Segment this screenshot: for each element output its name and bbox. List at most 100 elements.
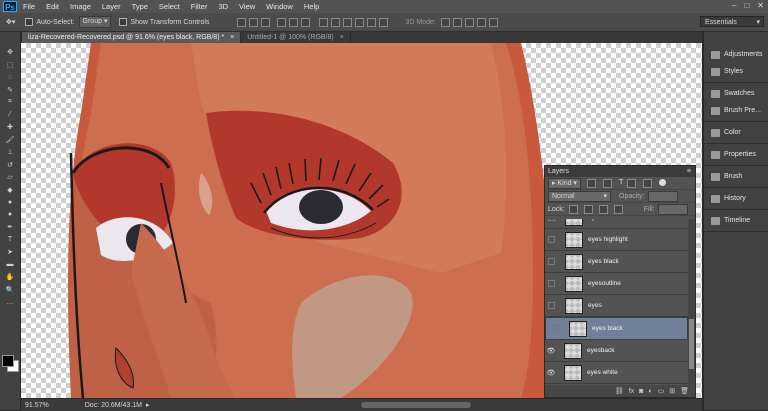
panel-menu-icon[interactable]: ≡ bbox=[687, 168, 691, 175]
workspace-dropdown[interactable]: Essentials ▾ bbox=[700, 16, 764, 27]
menu-layer[interactable]: Layer bbox=[102, 2, 121, 11]
visibility-toggle[interactable] bbox=[552, 325, 559, 332]
fill-input[interactable] bbox=[657, 203, 688, 215]
menu-window[interactable]: Window bbox=[266, 2, 293, 11]
layer-row[interactable]: eyes bbox=[545, 295, 688, 317]
dock-history[interactable]: History bbox=[704, 190, 768, 207]
layer-row[interactable]: eyesoutline bbox=[545, 273, 688, 295]
type-tool-icon[interactable]: T bbox=[0, 234, 20, 247]
lock-pixels-icon[interactable] bbox=[583, 204, 593, 214]
menu-view[interactable]: View bbox=[239, 2, 255, 11]
menu-help[interactable]: Help bbox=[304, 2, 319, 11]
distribute-top-icon[interactable] bbox=[319, 17, 329, 27]
horizontal-scrollbar[interactable] bbox=[361, 402, 471, 408]
layer-row-selected[interactable]: eyes black bbox=[545, 317, 688, 340]
layers-panel-title[interactable]: Layers bbox=[548, 168, 569, 175]
link-layers-icon[interactable]: ⛓ bbox=[615, 387, 624, 395]
shape-tool-icon[interactable]: ▬ bbox=[0, 259, 20, 272]
distribute-right-icon[interactable] bbox=[379, 17, 389, 27]
menu-edit[interactable]: Edit bbox=[46, 2, 59, 11]
menu-3d[interactable]: 3D bbox=[218, 2, 228, 11]
paint-bucket-tool-icon[interactable]: ◆ bbox=[0, 184, 20, 197]
path-select-tool-icon[interactable]: ➤ bbox=[0, 246, 20, 259]
brush-tool-icon[interactable]: 🖌 bbox=[0, 134, 20, 147]
close-tab-icon[interactable]: × bbox=[230, 34, 234, 41]
layer-row[interactable]: eyes black bbox=[545, 251, 688, 273]
blur-tool-icon[interactable]: ● bbox=[0, 196, 20, 209]
distribute-left-icon[interactable] bbox=[355, 17, 365, 27]
layer-name[interactable]: eyes highlight bbox=[588, 236, 628, 243]
dodge-tool-icon[interactable]: ● bbox=[0, 209, 20, 222]
new-group-icon[interactable]: ▭ bbox=[658, 387, 665, 395]
dock-adjustments[interactable]: Adjustments bbox=[704, 46, 768, 63]
layers-scroll-thumb[interactable] bbox=[689, 319, 694, 369]
layer-row[interactable]: 👁 eyesback bbox=[545, 340, 688, 362]
align-right-icon[interactable] bbox=[301, 17, 311, 27]
filter-pixel-icon[interactable] bbox=[586, 178, 596, 188]
dock-swatches[interactable]: Swatches bbox=[704, 85, 768, 102]
color-swatches[interactable] bbox=[2, 355, 19, 372]
more-tools-icon[interactable]: … bbox=[0, 296, 20, 309]
tab-liza-document[interactable]: liza-Recovered-Recovered.psd @ 91.6% (ey… bbox=[22, 32, 242, 43]
layer-row[interactable]: eyelashes bbox=[545, 219, 688, 229]
menu-select[interactable]: Select bbox=[159, 2, 180, 11]
filter-adjustment-icon[interactable] bbox=[602, 178, 612, 188]
healing-tool-icon[interactable]: ✚ bbox=[0, 121, 20, 134]
menu-file[interactable]: File bbox=[23, 2, 35, 11]
close-icon[interactable]: ✕ bbox=[757, 1, 764, 10]
dock-brush-presets[interactable]: Brush Pre... bbox=[704, 102, 768, 119]
transform-controls-checkbox[interactable] bbox=[119, 18, 128, 26]
delete-layer-icon[interactable]: 🗑 bbox=[680, 387, 689, 395]
visibility-toggle[interactable] bbox=[548, 280, 555, 287]
tab-untitled-document[interactable]: Untitled-1 @ 100% (RGB/8) × bbox=[241, 32, 351, 43]
align-center-icon[interactable] bbox=[289, 17, 299, 27]
status-menu-icon[interactable]: ▸ bbox=[146, 401, 150, 409]
auto-select-dropdown[interactable]: Group ▾ bbox=[78, 16, 112, 28]
clone-stamp-tool-icon[interactable]: ⊥ bbox=[0, 146, 20, 159]
3d-scale-icon[interactable] bbox=[488, 17, 498, 27]
filter-shape-icon[interactable] bbox=[627, 178, 637, 188]
eyedropper-tool-icon[interactable]: ⁄ bbox=[0, 109, 20, 122]
close-tab-icon[interactable]: × bbox=[340, 34, 344, 41]
menu-image[interactable]: Image bbox=[70, 2, 91, 11]
visibility-toggle[interactable] bbox=[548, 302, 555, 309]
eraser-tool-icon[interactable]: ▱ bbox=[0, 171, 20, 184]
menu-type[interactable]: Type bbox=[132, 2, 148, 11]
auto-select-checkbox[interactable] bbox=[25, 18, 34, 26]
dock-color[interactable]: Color bbox=[704, 124, 768, 141]
dock-styles[interactable]: Styles bbox=[704, 63, 768, 80]
align-middle-icon[interactable] bbox=[249, 17, 259, 27]
lock-all-icon[interactable] bbox=[613, 204, 623, 214]
zoom-tool-icon[interactable]: 🔍 bbox=[0, 284, 20, 297]
hand-tool-icon[interactable]: ✋ bbox=[0, 271, 20, 284]
distribute-center-icon[interactable] bbox=[367, 17, 377, 27]
dock-timeline[interactable]: Timeline bbox=[704, 212, 768, 229]
minimize-icon[interactable]: – bbox=[732, 1, 736, 10]
opacity-input[interactable] bbox=[647, 190, 678, 202]
new-layer-icon[interactable]: ⊞ bbox=[669, 387, 675, 395]
lock-transparent-icon[interactable] bbox=[568, 204, 578, 214]
dock-brush[interactable]: Brush bbox=[704, 168, 768, 185]
kind-filter-dropdown[interactable]: ▸ Kind ▾ bbox=[548, 177, 581, 189]
3d-drag-icon[interactable] bbox=[464, 17, 474, 27]
dock-properties[interactable]: Properties bbox=[704, 146, 768, 163]
layer-name[interactable]: eyes white bbox=[587, 369, 618, 376]
visibility-toggle[interactable] bbox=[548, 219, 555, 221]
lasso-tool-icon[interactable]: ◌ bbox=[0, 71, 20, 84]
lock-position-icon[interactable] bbox=[598, 204, 608, 214]
move-tool-icon[interactable]: ✥▾ bbox=[6, 18, 15, 26]
foreground-color-swatch[interactable] bbox=[2, 355, 14, 367]
layer-name[interactable]: eyes bbox=[588, 302, 602, 309]
filter-smart-object-icon[interactable] bbox=[643, 178, 653, 188]
zoom-level[interactable]: 91.57% bbox=[25, 402, 49, 409]
layer-row[interactable]: 👁 eyes white bbox=[545, 362, 688, 384]
visibility-toggle[interactable] bbox=[548, 236, 555, 243]
crop-tool-icon[interactable]: ⌗ bbox=[0, 96, 20, 109]
3d-roll-icon[interactable] bbox=[452, 17, 462, 27]
history-brush-tool-icon[interactable]: ↺ bbox=[0, 159, 20, 172]
layer-name[interactable]: eyes black bbox=[588, 258, 619, 265]
layers-scrollbar[interactable] bbox=[688, 219, 695, 385]
layer-row[interactable]: eyes highlight bbox=[545, 229, 688, 251]
align-bottom-icon[interactable] bbox=[261, 17, 271, 27]
filter-toggle-icon[interactable] bbox=[659, 178, 667, 186]
